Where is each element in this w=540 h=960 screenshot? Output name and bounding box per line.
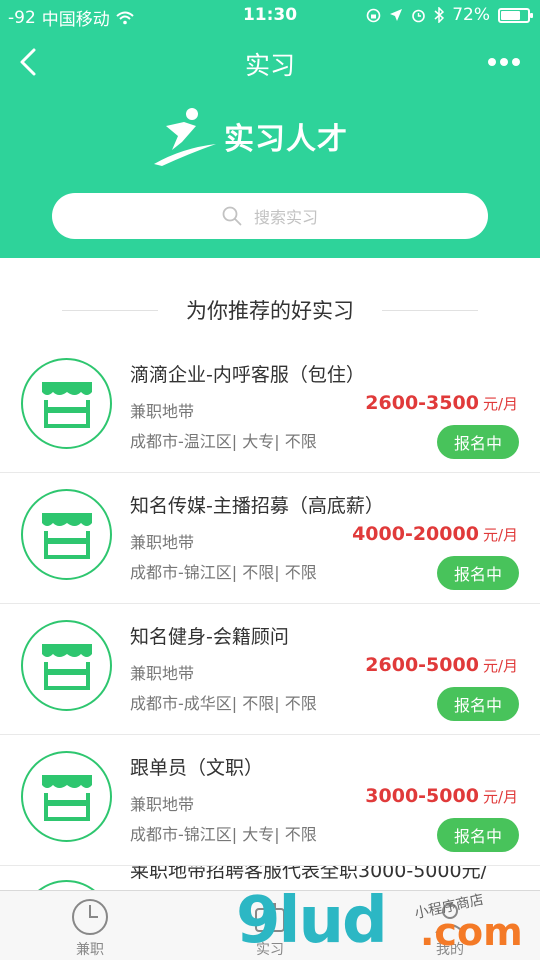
battery-icon [498,7,533,23]
tab-internship[interactable]: 实习 [180,891,360,960]
logo-text: 实习人才 [224,122,348,157]
alarm-icon [412,9,426,22]
item-meta: 成都市-成华区| 不限| 不限 [130,694,317,713]
divider [382,309,478,311]
item-meta: 成都市-温江区| 大专| 不限 [130,432,317,451]
item-salary: 3000-5000 元/月 [365,785,518,807]
item-title: 莱职地带招聘客服代表全职3000-5000元/ [130,866,487,882]
item-company: 兼职地带 [130,795,195,814]
item-salary: 2600-3500 元/月 [365,392,518,414]
more-dot-icon [500,58,508,66]
store-icon [21,489,112,580]
search-icon [222,206,242,226]
search-placeholder: 搜索实习 [253,208,318,227]
more-options-button[interactable] [484,50,524,74]
item-company: 兼职地带 [130,402,195,421]
item-meta: 成都市-锦江区| 大专| 不限 [130,825,317,844]
tab-bar: 兼职 实习 我的 [0,890,540,960]
tab-parttime[interactable]: 兼职 [0,891,180,960]
more-dot-icon [512,58,520,66]
item-title: 知名传媒-主播招募（高底薪） [130,495,384,517]
salary-range: 2600-3500 [365,392,479,414]
item-salary: 4000-20000 元/月 [352,523,518,545]
item-meta: 成都市-锦江区| 不限| 不限 [130,563,317,582]
item-salary: 2600-5000 元/月 [365,654,518,676]
section-title: 为你推荐的好实习 [186,299,354,323]
salary-unit: 元/月 [482,788,518,806]
brand-logo: 实习人才 [152,104,372,168]
more-dot-icon [488,58,496,66]
apply-status-button[interactable]: 报名中 [437,687,519,721]
status-right: 72% [366,5,533,25]
salary-range: 3000-5000 [365,785,479,807]
tab-label: 兼职 [76,942,104,958]
section-header: 为你推荐的好实习 [0,290,540,330]
location-arrow-icon [390,9,403,21]
runner-logo-icon [154,108,216,166]
header: -92 中国移动 11:30 72% 实习 实习人才 搜索实习 [0,0,540,258]
list-item[interactable]: 滴滴企业-内呼客服（包住） 兼职地带 成都市-温江区| 大专| 不限 2600-… [0,342,540,473]
internship-list: 滴滴企业-内呼客服（包住） 兼职地带 成都市-温江区| 大专| 不限 2600-… [0,342,540,896]
item-title: 知名健身-会籍顾问 [130,626,289,648]
nav-bar: 实习 [0,38,540,84]
salary-range: 2600-5000 [365,654,479,676]
salary-unit: 元/月 [482,526,518,544]
store-icon [21,751,112,842]
store-icon [21,620,112,711]
store-icon [21,358,112,449]
item-title: 滴滴企业-内呼客服（包住） [130,364,365,386]
item-company: 兼职地带 [130,533,195,552]
salary-range: 4000-20000 [352,523,479,545]
list-item[interactable]: 知名传媒-主播招募（高底薪） 兼职地带 成都市-锦江区| 不限| 不限 4000… [0,473,540,604]
item-company: 兼职地带 [130,664,195,683]
status-bar: -92 中国移动 11:30 72% [0,0,540,32]
clock-icon [72,899,108,935]
list-item[interactable]: 跟单员（文职） 兼职地带 成都市-锦江区| 大专| 不限 3000-5000 元/… [0,735,540,866]
battery-level [501,10,520,20]
tab-mine[interactable]: 我的 [360,891,540,960]
tab-label: 我的 [436,942,464,958]
briefcase-icon [255,903,285,932]
list-item[interactable]: 知名健身-会籍顾问 兼职地带 成都市-成华区| 不限| 不限 2600-5000… [0,604,540,735]
salary-unit: 元/月 [482,395,518,413]
lock-rotation-icon [366,8,381,22]
bluetooth-icon [434,7,445,23]
salary-unit: 元/月 [482,657,518,675]
item-title: 跟单员（文职） [130,757,264,779]
divider [62,309,158,311]
battery-percent: 72% [452,5,490,25]
search-input[interactable]: 搜索实习 [52,193,488,239]
apply-status-button[interactable]: 报名中 [437,556,519,590]
page-title: 实习 [244,51,295,80]
person-icon [435,903,465,934]
tab-label: 实习 [256,942,284,958]
apply-status-button[interactable]: 报名中 [437,818,519,852]
apply-status-button[interactable]: 报名中 [437,425,519,459]
